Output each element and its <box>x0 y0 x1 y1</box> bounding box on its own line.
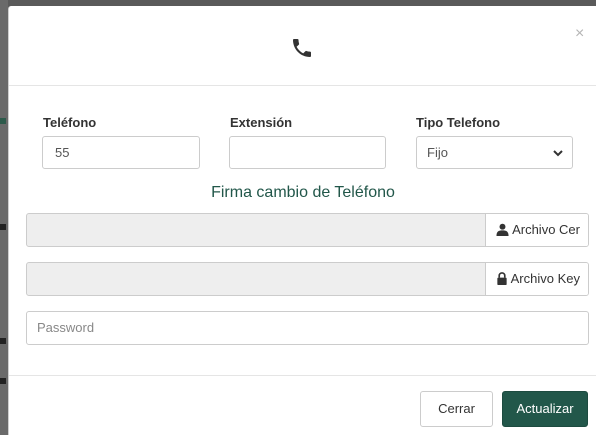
tipo-telefono-label: Tipo Telefono <box>416 115 501 130</box>
chevron-down-icon <box>553 150 563 157</box>
phone-icon <box>293 39 311 57</box>
archivo-key-button[interactable]: Archivo Key <box>484 263 588 295</box>
close-button[interactable]: × <box>575 24 591 44</box>
extension-label: Extensión <box>230 115 293 130</box>
background-fragment <box>0 118 6 124</box>
user-icon <box>496 223 509 236</box>
cerrar-button[interactable]: Cerrar <box>420 391 493 427</box>
tipo-telefono-select[interactable]: Fijo <box>416 136 573 169</box>
archivo-key-label: Archivo Key <box>510 271 580 286</box>
firma-title: Firma cambio de Teléfono <box>211 184 395 201</box>
tipo-telefono-value: Fijo <box>427 145 448 160</box>
archivo-cer-button[interactable]: Archivo Cer <box>485 214 588 246</box>
lock-icon <box>496 272 507 285</box>
actualizar-button[interactable]: Actualizar <box>502 391 588 427</box>
extension-input[interactable] <box>229 136 386 169</box>
modal-footer-divider <box>9 375 596 376</box>
modal-header: × <box>9 6 596 86</box>
modal-dialog: × Teléfono 55 Extensión Tipo Telefono Fi… <box>8 6 596 435</box>
archivo-cer-label: Archivo Cer <box>512 222 580 237</box>
background-page <box>0 0 8 435</box>
background-fragment <box>0 338 6 344</box>
telefono-input[interactable]: 55 <box>42 136 200 169</box>
archivo-key-field[interactable]: Archivo Key <box>26 262 589 296</box>
password-input[interactable]: Password <box>26 311 589 345</box>
background-fragment <box>0 224 6 230</box>
archivo-cer-field[interactable]: Archivo Cer <box>26 213 589 247</box>
telefono-label: Teléfono <box>43 115 97 130</box>
background-fragment <box>0 378 6 384</box>
